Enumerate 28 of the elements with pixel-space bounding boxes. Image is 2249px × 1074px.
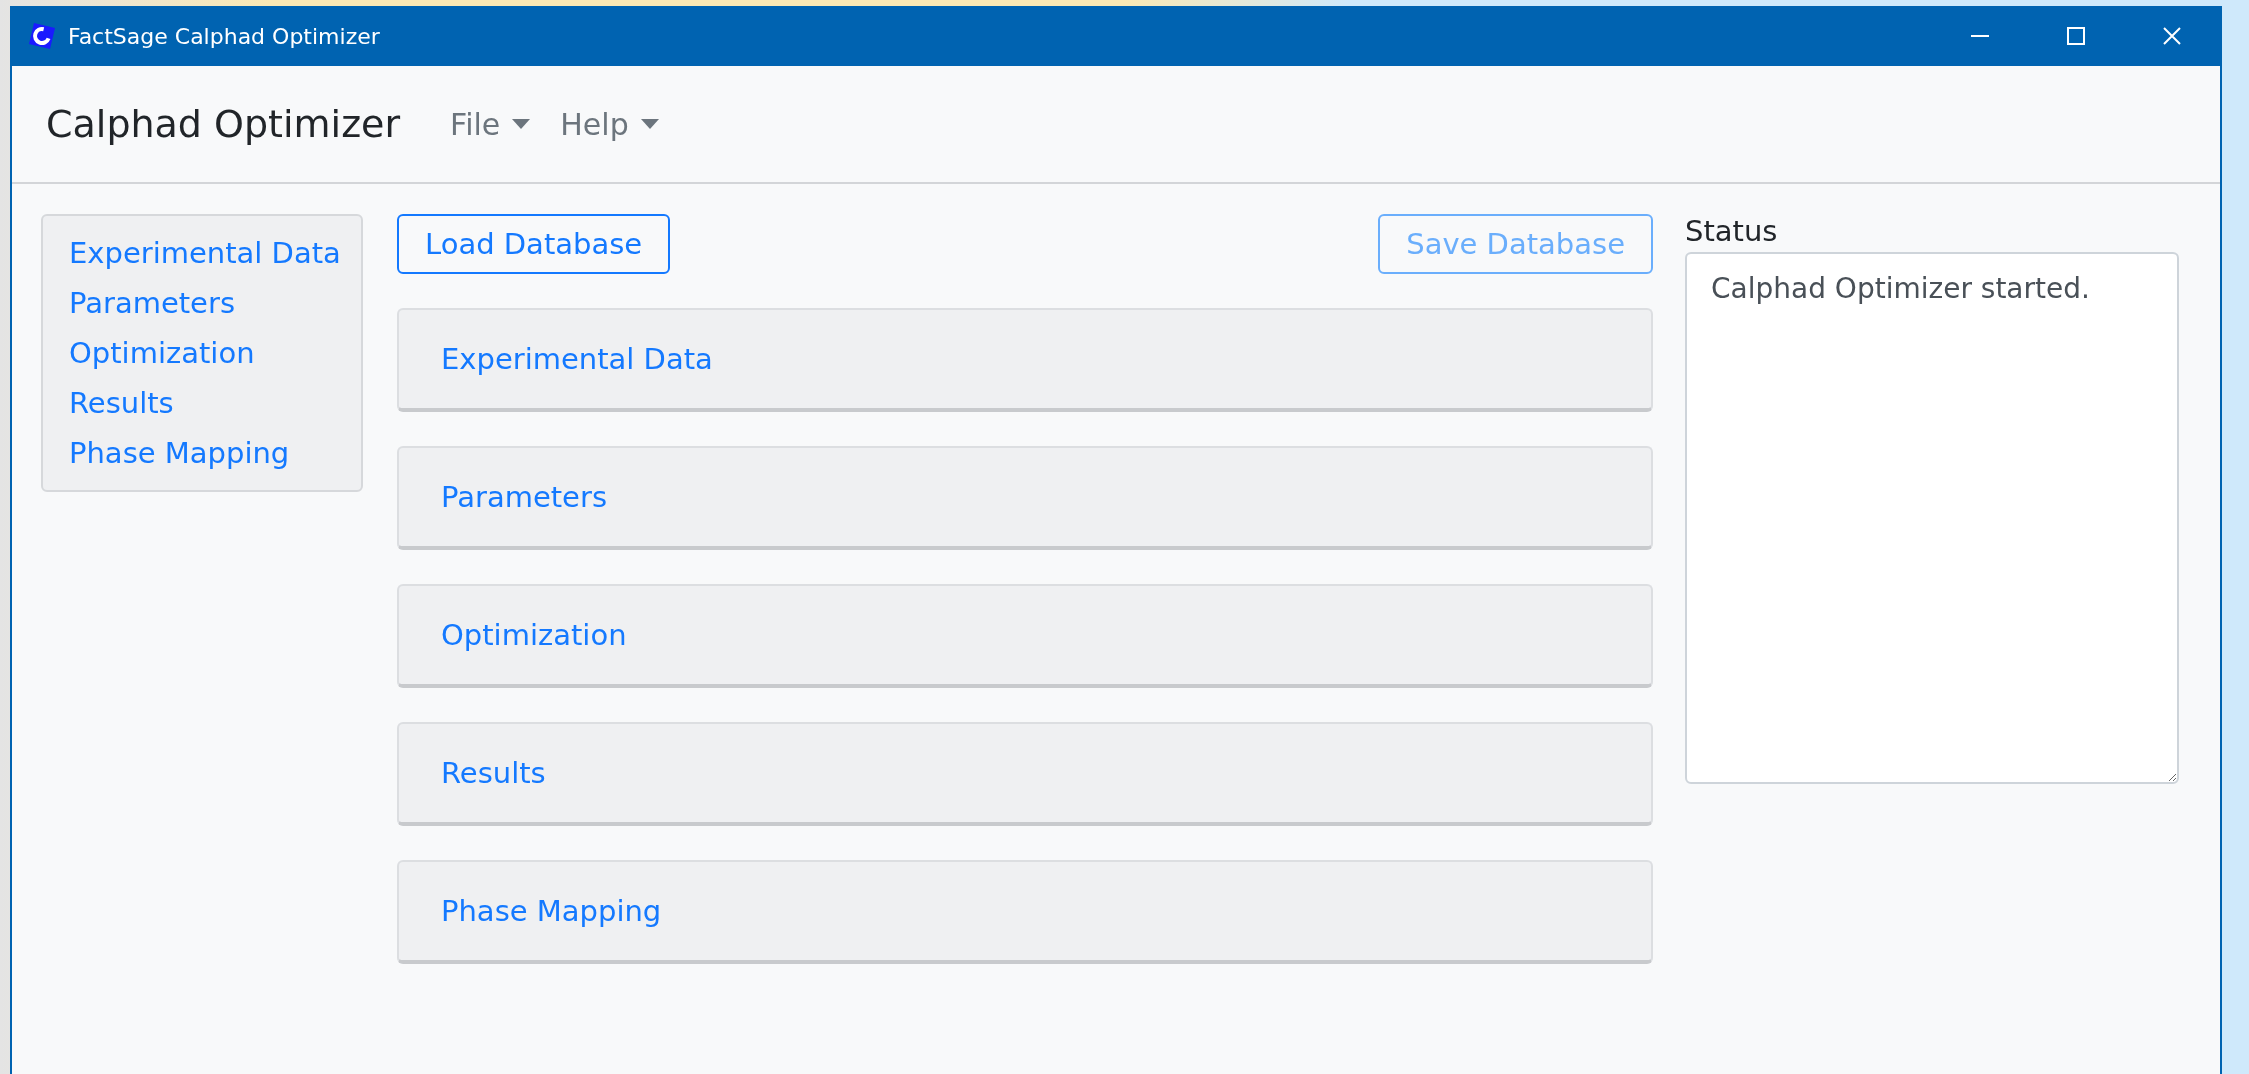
section-title: Phase Mapping xyxy=(441,894,662,928)
window-title: FactSage Calphad Optimizer xyxy=(68,23,381,49)
section-header[interactable]: Optimization xyxy=(397,584,1653,688)
status-field[interactable]: Calphad Optimizer started. xyxy=(1685,252,2179,784)
section-header[interactable]: Phase Mapping xyxy=(397,860,1653,964)
sidebar-link[interactable]: Experimental Data xyxy=(69,228,361,278)
app-logo-icon xyxy=(28,22,56,50)
close-icon xyxy=(2162,26,2182,46)
section-title: Optimization xyxy=(441,618,627,652)
section-header[interactable]: Results xyxy=(397,722,1653,826)
section-title: Parameters xyxy=(441,480,607,514)
section-title: Experimental Data xyxy=(441,342,713,376)
load-button[interactable]: Load Database xyxy=(397,214,671,274)
caret-icon xyxy=(640,119,659,129)
menu-dropdown[interactable]: File xyxy=(450,106,531,142)
maximize-icon xyxy=(2066,26,2086,46)
app-brand: Calphad Optimizer xyxy=(46,102,401,146)
sidebar-link[interactable]: Optimization xyxy=(69,328,361,378)
status-label: Status xyxy=(1685,214,1779,248)
minimize-icon xyxy=(1971,35,1989,37)
sidebar-link[interactable]: Parameters xyxy=(69,278,361,328)
sidebar-link[interactable]: Phase Mapping xyxy=(69,428,361,478)
section-header[interactable]: Parameters xyxy=(397,446,1653,550)
section-title: Results xyxy=(441,756,546,790)
section-header[interactable]: Experimental Data xyxy=(397,308,1653,412)
caret-icon xyxy=(512,119,531,129)
menu-dropdown[interactable]: Help xyxy=(560,106,659,142)
sidebar-link[interactable]: Results xyxy=(69,378,361,428)
